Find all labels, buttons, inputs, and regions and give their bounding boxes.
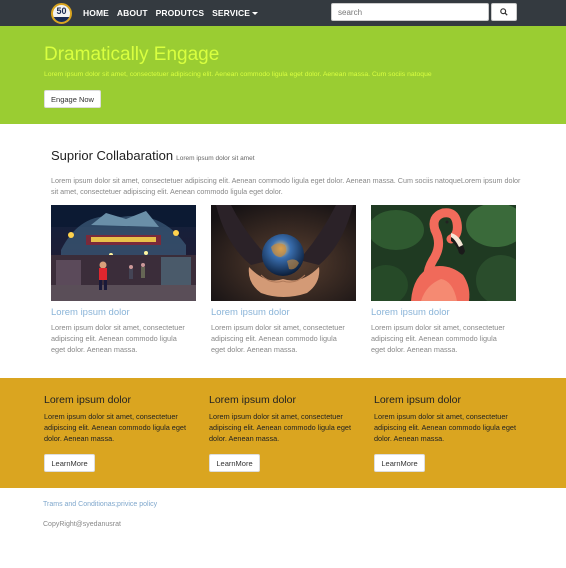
learn-more-button[interactable]: LearnMore <box>374 454 425 472</box>
section-title-text: Suprior Collabaration <box>51 148 174 163</box>
copyright-text: CopyRight@syedanusrat <box>43 521 121 528</box>
terms-link[interactable]: Trams and Conditionas;privice policy <box>43 501 157 508</box>
hero-title: Dramatically Engage <box>44 44 220 65</box>
section-title-sub: Lorem ipsum dolor sit amet <box>176 155 255 162</box>
search-icon <box>500 8 508 16</box>
card-title[interactable]: Lorem ipsum dolor <box>211 307 290 318</box>
feature-1: Lorem ipsum dolor Lorem ipsum dolor sit … <box>44 394 194 472</box>
feature-text: Lorem ipsum dolor sit amet, consectetuer… <box>209 412 351 443</box>
feature-title: Lorem ipsum dolor <box>209 394 296 406</box>
card-text: Lorem ipsum dolor sit amet, consectetuer… <box>371 323 505 354</box>
learn-more-button[interactable]: LearnMore <box>209 454 260 472</box>
section-paragraph: Lorem ipsum dolor sit amet, consectetuer… <box>51 176 521 196</box>
card-title[interactable]: Lorem ipsum dolor <box>371 307 450 318</box>
engage-now-button[interactable]: Engage Now <box>44 90 101 108</box>
hero-subtitle: Lorem ipsum dolor sit amet, consectetuer… <box>44 71 432 78</box>
flamingo-photo <box>371 205 516 301</box>
card-text: Lorem ipsum dolor sit amet, consectetuer… <box>211 323 345 354</box>
feature-title: Lorem ipsum dolor <box>374 394 461 406</box>
feature-text: Lorem ipsum dolor sit amet, consectetuer… <box>374 412 516 443</box>
nav-link-home[interactable]: HOME <box>83 8 109 18</box>
learn-more-button[interactable]: LearnMore <box>44 454 95 472</box>
feature-title: Lorem ipsum dolor <box>44 394 131 406</box>
nav-link-service-label: SERVICE <box>212 8 251 18</box>
feature-text: Lorem ipsum dolor sit amet, consectetuer… <box>44 412 186 443</box>
brand-logo[interactable]: 50 <box>51 3 72 24</box>
earth-in-hands-photo <box>211 205 356 301</box>
amusement-park-photo <box>51 205 196 301</box>
top-navbar: 50 HOME ABOUT PRODUTCS SERVICE <box>0 0 566 26</box>
nav-dropdown-service[interactable]: SERVICE <box>212 8 259 18</box>
card-title[interactable]: Lorem ipsum dolor <box>51 307 130 318</box>
search-button[interactable] <box>491 3 517 21</box>
logo-band <box>53 17 70 22</box>
logo-text: 50 <box>56 6 67 16</box>
hero-banner: Dramatically Engage Lorem ipsum dolor si… <box>0 26 566 124</box>
search-input[interactable] <box>331 3 489 21</box>
nav-link-products[interactable]: PRODUTCS <box>156 8 205 18</box>
card-text: Lorem ipsum dolor sit amet, consectetuer… <box>51 323 185 354</box>
nav-link-about[interactable]: ABOUT <box>117 8 148 18</box>
feature-3: Lorem ipsum dolor Lorem ipsum dolor sit … <box>374 394 524 472</box>
feature-2: Lorem ipsum dolor Lorem ipsum dolor sit … <box>209 394 359 472</box>
section-title: Suprior Collabaration Lorem ipsum dolor s… <box>51 148 255 163</box>
caret-down-icon <box>252 12 259 16</box>
features-band: Lorem ipsum dolor Lorem ipsum dolor sit … <box>0 378 566 488</box>
nav-links: HOME ABOUT PRODUTCS SERVICE <box>83 0 266 26</box>
